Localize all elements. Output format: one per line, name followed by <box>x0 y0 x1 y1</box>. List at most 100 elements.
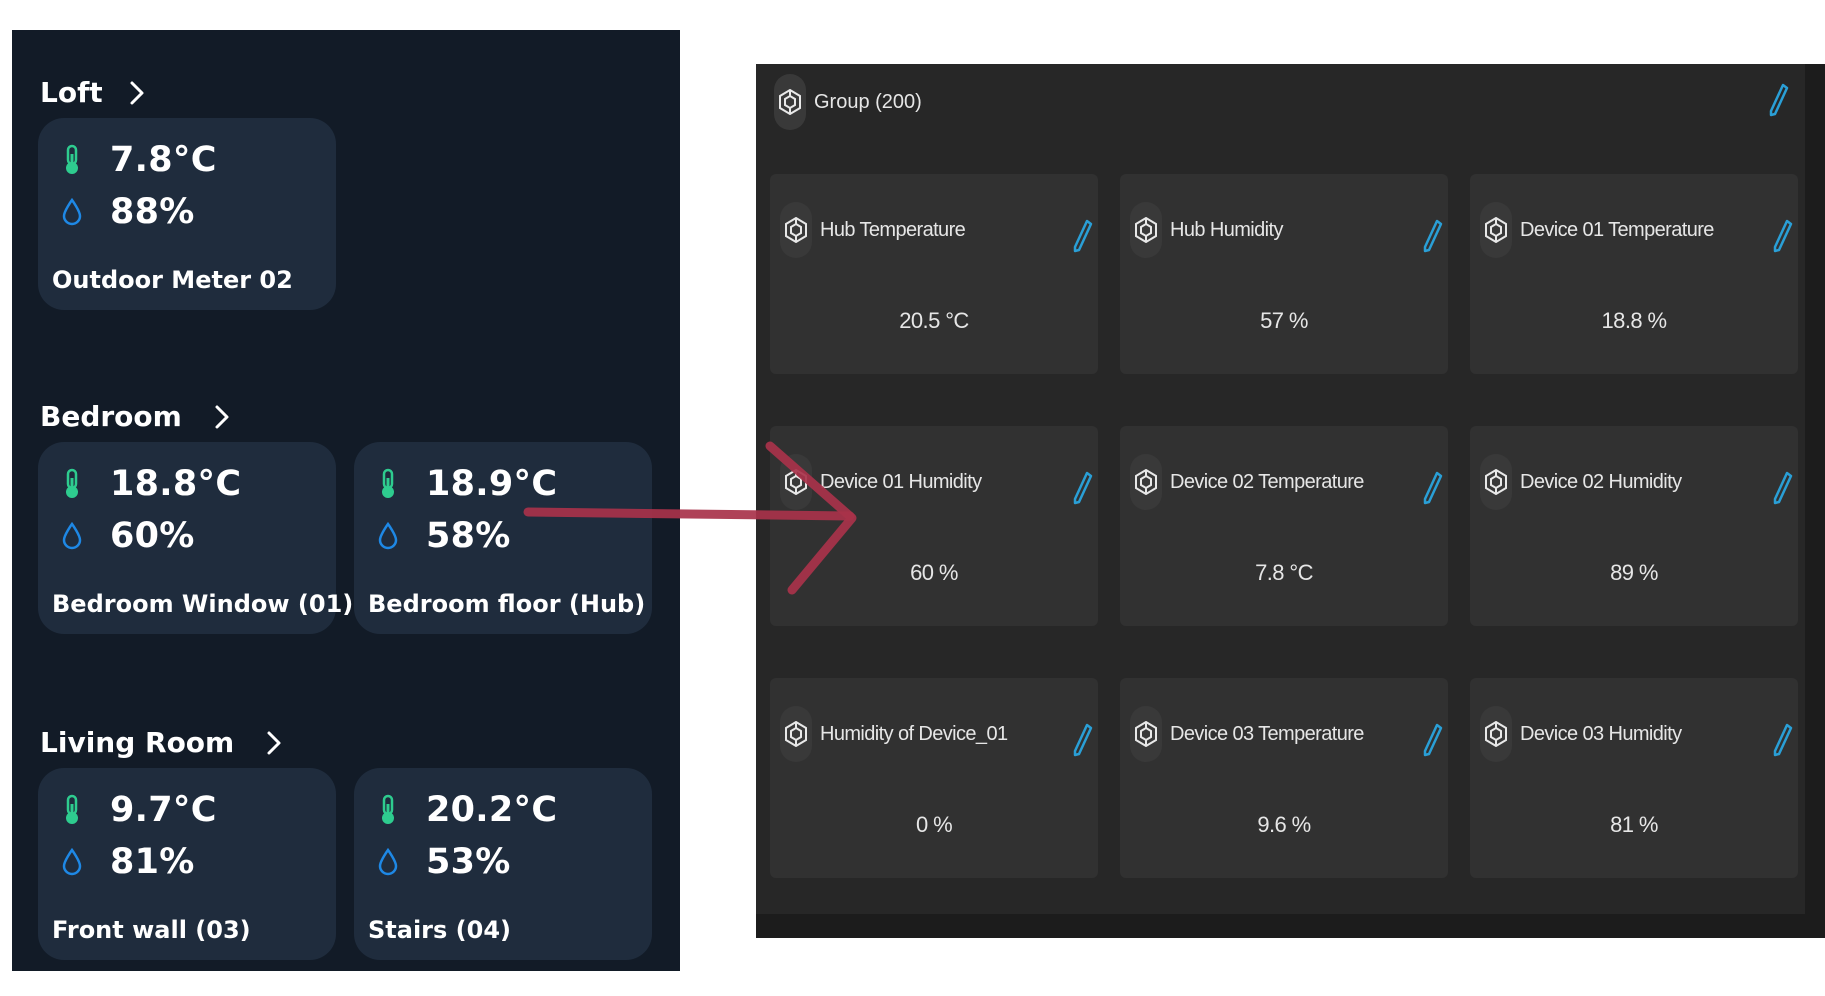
room-header-living-room[interactable]: Living Room <box>40 726 282 759</box>
water-drop-icon <box>374 519 402 553</box>
temperature-row: 9.7°C <box>58 790 217 830</box>
temperature-row: 7.8°C <box>58 140 217 180</box>
humidity-value: 60% <box>110 516 195 556</box>
entity-header: Device 03 Humidity <box>1480 706 1682 762</box>
device-hexagon-icon <box>1130 454 1162 510</box>
entity-name: Device 03 Temperature <box>1170 722 1364 745</box>
pencil-icon[interactable] <box>1072 218 1094 259</box>
water-drop-icon <box>58 519 86 553</box>
entity-value: 89 % <box>1610 560 1658 585</box>
water-drop-icon <box>58 845 86 879</box>
entity-value: 57 % <box>1260 308 1308 333</box>
entity-card[interactable]: Hub Temperature 20.5 °C <box>770 174 1098 374</box>
humidity-row: 53% <box>374 842 511 882</box>
entity-value: 0 % <box>915 812 953 837</box>
entity-header: Device 03 Temperature <box>1130 706 1364 762</box>
entity-header: Device 02 Temperature <box>1130 454 1364 510</box>
room-title: Bedroom <box>40 400 182 433</box>
device-hexagon-icon <box>1480 202 1512 258</box>
entity-name: Hub Temperature <box>820 218 966 241</box>
room-header-loft[interactable]: Loft <box>40 76 145 109</box>
humidity-value: 81% <box>110 842 195 882</box>
pencil-icon[interactable] <box>1422 470 1444 511</box>
sensor-card-bedroom-floor[interactable]: 18.9°C 58% Bedroom floor (Hub) <box>354 442 652 634</box>
entity-name: Device 01 Humidity <box>820 470 982 493</box>
entity-name: Device 02 Humidity <box>1520 470 1682 493</box>
thermometer-icon <box>58 467 86 501</box>
pencil-icon[interactable] <box>1072 470 1094 511</box>
sensor-name: Front wall (03) <box>52 916 251 944</box>
thermometer-icon <box>58 143 86 177</box>
temperature-value: 20.2°C <box>426 790 558 830</box>
sensor-name: Bedroom Window (01) <box>52 590 354 618</box>
entity-name: Device 02 Temperature <box>1170 470 1364 493</box>
room-title: Loft <box>40 76 103 109</box>
entity-value: 20.5 °C <box>899 308 969 333</box>
water-drop-icon <box>374 845 402 879</box>
entity-value: 9.6 % <box>1257 812 1311 837</box>
humidity-row: 88% <box>58 192 195 232</box>
humidity-value: 53% <box>426 842 511 882</box>
sensor-card-bedroom-window[interactable]: 18.8°C 60% Bedroom Window (01) <box>38 442 353 634</box>
group-title: Group (200) <box>814 90 922 113</box>
humidity-row: 60% <box>58 516 195 556</box>
entity-value: 60 % <box>910 560 958 585</box>
thermometer-icon <box>374 467 402 501</box>
entity-header: Device 01 Humidity <box>780 454 982 510</box>
sensor-name: Bedroom floor (Hub) <box>368 590 646 618</box>
entity-card[interactable]: Device 01 Humidity 60 % <box>770 426 1098 626</box>
thermometer-icon <box>58 793 86 827</box>
humidity-row: 81% <box>58 842 195 882</box>
entity-value: 7.8 °C <box>1255 560 1313 585</box>
entity-card[interactable]: Device 03 Humidity 81 % <box>1470 678 1798 878</box>
entity-card[interactable]: Humidity of Device_01 0 % <box>770 678 1098 878</box>
pencil-icon[interactable] <box>1772 218 1794 259</box>
pencil-icon[interactable] <box>1422 218 1444 259</box>
thermometer-icon <box>374 793 402 827</box>
temperature-value: 18.9°C <box>426 464 558 504</box>
pencil-icon[interactable] <box>1772 470 1794 511</box>
entity-header: Device 02 Humidity <box>1480 454 1682 510</box>
entity-card[interactable]: Hub Humidity 57 % <box>1120 174 1448 374</box>
sensor-card-front-wall[interactable]: 9.7°C 81% Front wall (03) <box>38 768 336 960</box>
chevron-right-icon <box>129 80 145 106</box>
temperature-value: 7.8°C <box>110 140 217 180</box>
group-entities-panel: Group (200) Hub Temperature 20.5 °C Hub Hu… <box>756 64 1825 938</box>
humidity-value: 58% <box>426 516 511 556</box>
temperature-value: 9.7°C <box>110 790 217 830</box>
chevron-right-icon <box>214 404 230 430</box>
entity-name: Humidity of Device_01 <box>820 722 1008 745</box>
device-hexagon-icon <box>1480 454 1512 510</box>
entity-card[interactable]: Device 03 Temperature 9.6 % <box>1120 678 1448 878</box>
entity-value: 81 % <box>1610 812 1658 837</box>
pencil-icon[interactable] <box>1772 722 1794 763</box>
entity-value: 18.8 % <box>1601 308 1668 333</box>
group-header: Group (200) <box>774 74 922 130</box>
device-hexagon-icon <box>1130 706 1162 762</box>
device-hexagon-icon <box>780 202 812 258</box>
entity-header: Device 01 Temperature <box>1480 202 1714 258</box>
pencil-icon[interactable] <box>1072 722 1094 763</box>
device-hexagon-icon <box>780 706 812 762</box>
entity-name: Device 03 Humidity <box>1520 722 1682 745</box>
sensor-name: Outdoor Meter 02 <box>52 266 293 294</box>
room-title: Living Room <box>40 726 235 759</box>
entity-card[interactable]: Device 01 Temperature 18.8 % <box>1470 174 1798 374</box>
temperature-row: 18.9°C <box>374 464 557 504</box>
humidity-row: 58% <box>374 516 511 556</box>
room-header-bedroom[interactable]: Bedroom <box>40 400 230 433</box>
entity-name: Device 01 Temperature <box>1520 218 1714 241</box>
entity-card[interactable]: Device 02 Temperature 7.8 °C <box>1120 426 1448 626</box>
device-hexagon-icon <box>1130 202 1162 258</box>
group-container: Group (200) Hub Temperature 20.5 °C Hub Hu… <box>756 64 1805 914</box>
pencil-icon[interactable] <box>1422 722 1444 763</box>
entity-card[interactable]: Device 02 Humidity 89 % <box>1470 426 1798 626</box>
entity-header: Hub Temperature <box>780 202 966 258</box>
device-hexagon-icon <box>780 454 812 510</box>
sensor-card-outdoor-meter[interactable]: 7.8°C 88% Outdoor Meter 02 <box>38 118 336 310</box>
pencil-icon[interactable] <box>1768 82 1790 122</box>
sensor-card-stairs[interactable]: 20.2°C 53% Stairs (04) <box>354 768 652 960</box>
temperature-value: 18.8°C <box>110 464 242 504</box>
entity-header: Hub Humidity <box>1130 202 1283 258</box>
entity-name: Hub Humidity <box>1170 218 1283 241</box>
